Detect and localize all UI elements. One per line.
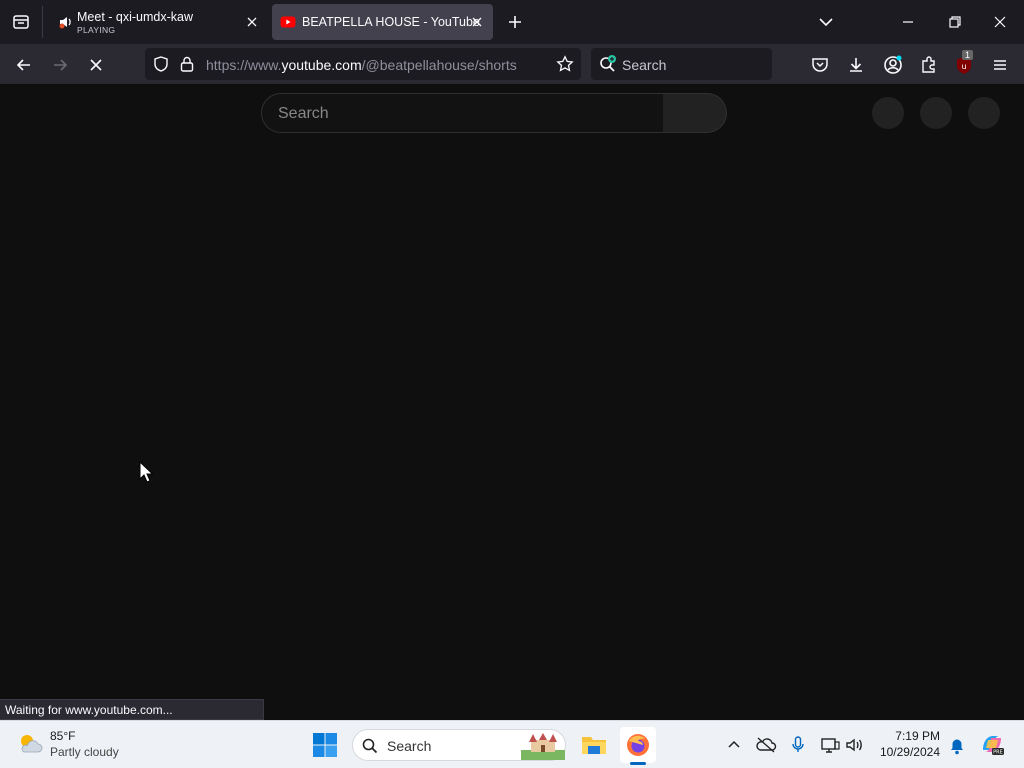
tab-strip: Meet - qxi-umdx-kaw PLAYING BEATPELLA HO… xyxy=(0,0,1024,44)
restore-icon[interactable] xyxy=(943,10,967,34)
ublock-extension-button[interactable]: u 1 xyxy=(954,50,976,76)
lock-icon[interactable] xyxy=(179,55,195,73)
search-placeholder: Search xyxy=(622,57,667,73)
weather-temperature: 85°F xyxy=(50,729,76,743)
url-text[interactable]: https://www.youtube.com/@beatpellahouse/… xyxy=(206,57,517,73)
windows-taskbar: 85°F Partly cloudy Search 7:19 PM 10/29/… xyxy=(0,720,1024,768)
copilot-icon[interactable]: PRE xyxy=(978,730,1006,758)
tab-youtube[interactable]: BEATPELLA HOUSE - YouTube xyxy=(272,4,493,40)
pocket-icon[interactable] xyxy=(810,55,830,75)
url-prefix: https://www. xyxy=(206,57,282,73)
account-icon[interactable] xyxy=(882,54,904,76)
bookmark-star-icon[interactable] xyxy=(556,55,574,73)
network-icon[interactable] xyxy=(818,733,842,757)
notification-bell-icon[interactable] xyxy=(945,734,969,758)
stop-loading-button[interactable] xyxy=(83,52,109,78)
youtube-search-placeholder: Search xyxy=(278,105,329,122)
back-arrow-icon xyxy=(16,59,30,71)
close-tab-icon[interactable] xyxy=(244,14,260,30)
onedrive-offline-icon[interactable] xyxy=(754,733,778,757)
youtube-search-button[interactable] xyxy=(663,93,727,133)
list-all-tabs-icon[interactable] xyxy=(816,12,836,32)
url-host: youtube.com xyxy=(281,57,362,73)
downloads-icon[interactable] xyxy=(846,55,866,75)
tab-title: Meet - qxi-umdx-kaw xyxy=(77,10,193,24)
minimize-icon[interactable] xyxy=(896,10,920,34)
clock-time[interactable]: 7:19 PM xyxy=(880,729,940,743)
file-explorer-app[interactable] xyxy=(576,727,612,763)
extensions-puzzle-icon[interactable] xyxy=(919,55,939,75)
extension-badge: 1 xyxy=(962,50,974,60)
taskbar-search-placeholder: Search xyxy=(387,738,432,754)
tab-meet[interactable]: Meet - qxi-umdx-kaw PLAYING xyxy=(50,4,268,40)
url-bar[interactable]: https://www.youtube.com/@beatpellahouse/… xyxy=(145,48,581,80)
tab-divider xyxy=(42,6,43,38)
clock-date[interactable]: 10/29/2024 xyxy=(872,745,940,759)
tracking-protection-shield-icon[interactable] xyxy=(152,55,170,73)
search-bar[interactable]: Search xyxy=(591,48,772,80)
firefox-view-icon xyxy=(13,15,29,29)
new-tab-icon[interactable] xyxy=(504,11,526,33)
svg-text:PRE: PRE xyxy=(993,750,1003,756)
page-viewport: Search Waiting for www.youtube.com... xyxy=(0,85,1024,720)
tab-playing-label: PLAYING xyxy=(77,25,116,35)
search-icon xyxy=(362,738,378,754)
svg-text:u: u xyxy=(961,62,966,71)
weather-condition: Partly cloudy xyxy=(50,745,119,759)
avatar-placeholder[interactable] xyxy=(968,97,1000,129)
volume-icon[interactable] xyxy=(842,733,866,757)
hamburger-menu-icon[interactable] xyxy=(990,55,1010,75)
speaker-playing-icon[interactable] xyxy=(58,14,74,30)
firefox-view-button[interactable] xyxy=(0,0,42,44)
firefox-app[interactable] xyxy=(620,727,656,763)
show-hidden-icons-chevron-icon[interactable] xyxy=(722,733,746,757)
windows-start-icon[interactable] xyxy=(312,732,338,758)
stop-x-icon xyxy=(90,59,102,71)
notifications-button-placeholder[interactable] xyxy=(920,97,952,129)
search-engine-icon[interactable] xyxy=(599,55,619,73)
mouse-pointer-icon xyxy=(139,461,153,483)
back-button[interactable] xyxy=(11,52,37,78)
navigation-toolbar: https://www.youtube.com/@beatpellahouse/… xyxy=(0,44,1024,85)
partly-cloudy-icon xyxy=(21,735,43,753)
youtube-search-input[interactable]: Search xyxy=(261,93,664,133)
search-highlight-castle-icon xyxy=(521,733,565,760)
url-path: /@beatpellahouse/shorts xyxy=(361,57,517,73)
firefox-running-indicator xyxy=(630,762,646,765)
create-button-placeholder[interactable] xyxy=(872,97,904,129)
folder-icon xyxy=(582,737,606,754)
firefox-icon xyxy=(627,734,649,756)
close-window-icon[interactable] xyxy=(988,10,1012,34)
microphone-icon[interactable] xyxy=(786,733,810,757)
status-bar: Waiting for www.youtube.com... xyxy=(0,699,264,720)
tab-title: BEATPELLA HOUSE - YouTube xyxy=(302,15,480,29)
forward-button[interactable] xyxy=(47,52,73,78)
taskbar-search-box[interactable]: Search xyxy=(352,729,566,761)
close-tab-icon[interactable] xyxy=(469,14,485,30)
youtube-icon xyxy=(280,16,296,28)
forward-arrow-icon xyxy=(54,59,68,71)
